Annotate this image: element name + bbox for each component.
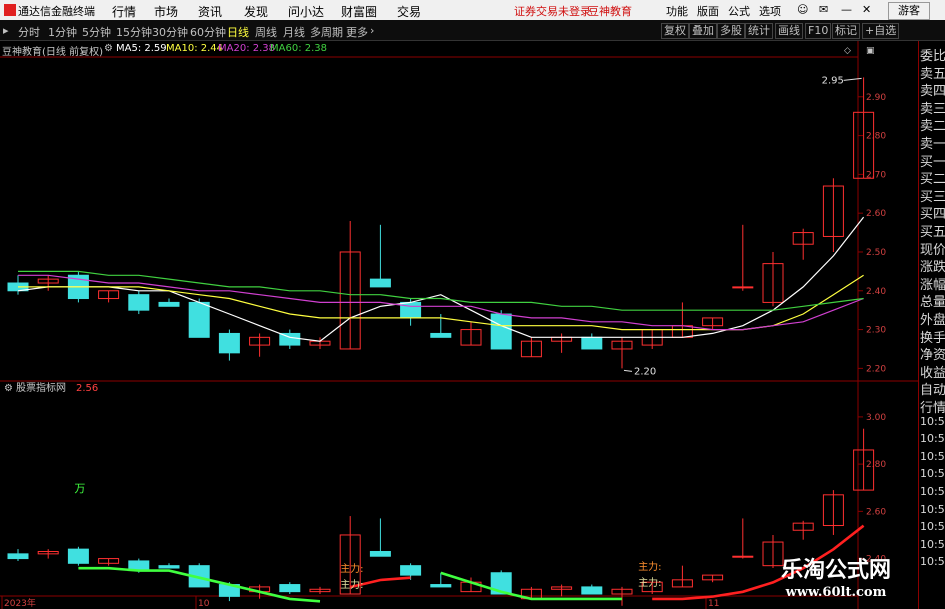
- pane-maximize-icon: ▣: [866, 46, 875, 56]
- sidebar-item[interactable]: 买三: [920, 186, 945, 205]
- sidebar-item[interactable]: 10:57: [920, 520, 945, 533]
- x-tick-label: 2023年: [4, 597, 36, 609]
- sub-candle-down: [400, 565, 422, 576]
- watermark-url: www.60lt.com: [785, 585, 887, 600]
- sidebar-item[interactable]: 自动: [920, 379, 945, 398]
- sub-annotation-zhuli: 主力:: [340, 578, 363, 591]
- sidebar-item[interactable]: 卖三: [920, 98, 945, 117]
- candle-down: [581, 336, 603, 350]
- sidebar-item[interactable]: 行情: [920, 397, 945, 416]
- quote-sidebar: 委比 卖五 卖四 卖三 卖二 卖一 买一 买二 买三 买四 买五 现价 涨跌 涨幅 总量 外盘 换手 净资 收益 自动…: [918, 41, 945, 609]
- sidebar-item[interactable]: 卖二: [920, 115, 945, 134]
- sidebar-item[interactable]: 10:50: [920, 450, 945, 463]
- sidebar-item[interactable]: 委比: [920, 45, 945, 64]
- sub-chart-title: 股票指标网: [16, 381, 66, 394]
- sub-candle-down: [279, 584, 301, 593]
- sub-annotation-zhuli: 主力:: [638, 576, 661, 589]
- kline-chart-canvas[interactable]: 2.90 2.80 2.70 2.60 2.50 2.40 2.30 2.20 3.00 2.80…: [0, 0, 918, 609]
- sub-candle-down: [369, 550, 391, 557]
- watermark: 乐淘公式网 www.60lt.com: [756, 556, 916, 606]
- low-price-annotation: 2.20: [634, 366, 656, 377]
- sub-y-tick-label: 2.60: [866, 507, 886, 517]
- candle-down: [218, 332, 240, 354]
- y-tick-label: 2.70: [866, 170, 886, 180]
- sub-chart-gear-icon[interactable]: ⚙: [4, 383, 13, 394]
- sidebar-item[interactable]: 10:50: [920, 432, 945, 445]
- sidebar-item[interactable]: 总量: [920, 291, 945, 310]
- sidebar-item[interactable]: 现价: [920, 239, 945, 258]
- sub-candle-down: [430, 584, 452, 588]
- sidebar-item[interactable]: 10:57: [920, 503, 945, 516]
- sub-candle-down: [158, 565, 180, 569]
- sub-annotation-zhuli: 主力:: [340, 562, 363, 575]
- sidebar-item[interactable]: 10:50: [920, 415, 945, 428]
- sub-y-tick-label: 2.80: [866, 460, 886, 470]
- high-price-pointer: [843, 77, 862, 81]
- sidebar-item[interactable]: 换手: [920, 327, 945, 346]
- sidebar-item[interactable]: 买五: [920, 221, 945, 240]
- sidebar-item[interactable]: 10:57: [920, 555, 945, 568]
- sub-candle-down: [67, 548, 89, 564]
- sidebar-item[interactable]: 净资: [920, 344, 945, 363]
- y-tick-label: 2.50: [866, 248, 886, 258]
- candle-down: [430, 332, 452, 338]
- watermark-title: 乐淘公式网: [780, 557, 891, 583]
- sub-chart-legend: ⚙ 股票指标网 2.56: [4, 381, 98, 394]
- sub-candle-down: [581, 586, 603, 595]
- sub-y-tick-label: 3.00: [866, 413, 886, 423]
- candle-down: [400, 301, 422, 319]
- candle-down: [158, 301, 180, 307]
- candle-up: [732, 286, 754, 289]
- sub-annotation-wan: 万: [74, 482, 85, 495]
- x-tick-label: 10: [198, 599, 210, 609]
- candle-down: [369, 278, 391, 288]
- sidebar-item[interactable]: 卖四: [920, 80, 945, 99]
- candle-down: [128, 294, 150, 311]
- candle-down: [188, 301, 210, 338]
- sidebar-item[interactable]: 买四: [920, 203, 945, 222]
- sidebar-item[interactable]: 10:50: [920, 467, 945, 480]
- sidebar-item[interactable]: 买二: [920, 168, 945, 187]
- high-price-annotation: 2.95: [822, 75, 844, 86]
- sub-candle-up: [732, 555, 754, 558]
- sidebar-item[interactable]: 外盘: [920, 309, 945, 328]
- y-tick-label: 2.40: [866, 287, 886, 297]
- sidebar-item[interactable]: 卖五: [920, 63, 945, 82]
- y-tick-label: 2.80: [866, 132, 886, 142]
- sub-chart-value: 2.56: [76, 383, 98, 394]
- sidebar-item[interactable]: 收益: [920, 362, 945, 381]
- y-tick-label: 2.20: [866, 364, 886, 374]
- sidebar-item[interactable]: 涨跌: [920, 256, 945, 275]
- sidebar-item[interactable]: 卖一: [920, 133, 945, 152]
- y-tick-label: 2.90: [866, 93, 886, 103]
- candle-down: [490, 313, 512, 350]
- sidebar-item[interactable]: 涨幅: [920, 274, 945, 293]
- pane-toggle-icon: ◇: [844, 46, 851, 56]
- chart-marks: 2.95 2.20 万主力: 主力: 主力: 主力: ◇ ▣: [7, 46, 875, 606]
- sub-candle-down: [7, 553, 29, 560]
- sidebar-item[interactable]: 买一: [920, 151, 945, 170]
- low-price-pointer: [623, 369, 633, 372]
- x-tick-label: 11: [708, 599, 719, 609]
- y-tick-label: 2.60: [866, 209, 886, 219]
- sub-annotation-zhuli: 主力:: [638, 560, 661, 573]
- y-tick-label: 2.30: [866, 326, 886, 336]
- sidebar-item[interactable]: 10:57: [920, 538, 945, 551]
- sidebar-item[interactable]: 10:50: [920, 485, 945, 498]
